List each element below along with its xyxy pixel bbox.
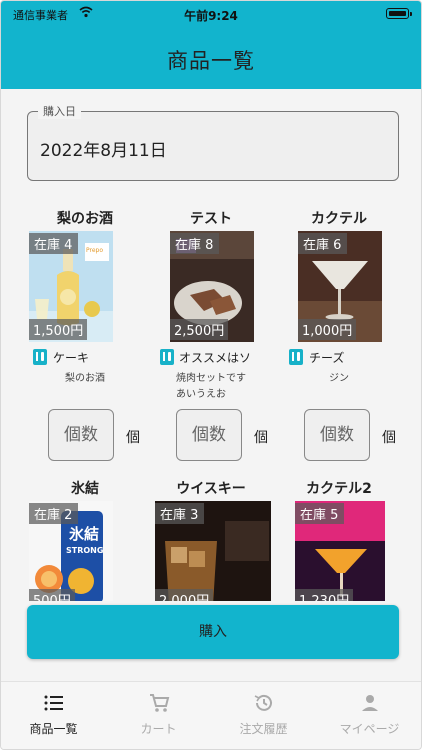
cutlery-icon xyxy=(289,349,303,365)
product-name: テスト xyxy=(190,211,232,227)
product-description: ジン xyxy=(329,373,349,384)
app-screen: 通信事業者 午前9:24 商品一覧 購入日 2022年8月11日 梨のお酒 Pr… xyxy=(0,0,422,750)
list-icon xyxy=(44,695,63,711)
pairing-row: チーズ xyxy=(277,348,401,368)
product-image[interactable]: Prepo 在庫 4 1,500円 xyxy=(29,231,113,342)
price-badge: 2,500円 xyxy=(170,319,229,340)
pairing-text: オススメはソ xyxy=(179,351,252,365)
product-image[interactable]: 在庫 6 1,000円 xyxy=(298,231,382,342)
nav-item-cart[interactable]: カート xyxy=(106,682,211,749)
cart-icon xyxy=(150,694,170,712)
stock-badge: 在庫 5 xyxy=(295,503,345,524)
quantity-input[interactable]: 個数 xyxy=(304,409,370,461)
stock-badge: 在庫 2 xyxy=(29,503,79,524)
purchase-date-value: 2022年8月11日 xyxy=(40,141,167,161)
quantity-unit: 個 xyxy=(126,430,140,446)
page-title: 商品一覧 xyxy=(167,49,255,73)
nav-item-mypage[interactable]: マイページ xyxy=(317,682,421,749)
nav-label: マイページ xyxy=(339,722,400,736)
battery-icon xyxy=(386,8,412,19)
status-bar: 通信事業者 午前9:24 xyxy=(1,1,421,27)
product-name: カクテル xyxy=(311,211,367,227)
price-badge: 1,000円 xyxy=(298,319,357,340)
cutlery-icon xyxy=(160,349,174,365)
product-name: ウイスキー xyxy=(176,481,246,497)
cutlery-icon xyxy=(33,349,47,365)
can-text: 氷結 xyxy=(69,525,100,543)
price-badge: 500円 xyxy=(29,589,75,601)
product-description: 梨のお酒 xyxy=(65,373,105,384)
pairing-row: オススメはソ xyxy=(149,348,273,368)
product-image[interactable]: 在庫 3 2,000円 xyxy=(155,501,271,601)
product-description: 焼肉セットです xyxy=(176,373,246,384)
nav-label: カート xyxy=(140,722,177,736)
pairing-text: チーズ xyxy=(309,351,345,365)
product-description-line2: あいうえお xyxy=(176,389,226,400)
price-badge: 1,230円 xyxy=(295,589,354,601)
buy-button[interactable]: 購入 xyxy=(27,605,399,659)
nav-label: 注文履歴 xyxy=(239,722,288,736)
stock-badge: 在庫 8 xyxy=(170,233,220,254)
product-grid[interactable]: 梨のお酒 Prepo 在庫 4 1,500円 ケーキ 梨のお酒 個数 個 テスト… xyxy=(1,201,421,601)
status-time: 午前9:24 xyxy=(184,9,238,23)
history-icon xyxy=(254,694,272,711)
product-image[interactable]: 氷結 STRONG 在庫 2 500円 xyxy=(29,501,113,601)
quantity-input[interactable]: 個数 xyxy=(176,409,242,461)
product-image[interactable]: 在庫 8 2,500円 xyxy=(170,231,254,342)
can-subtext: STRONG xyxy=(66,546,104,555)
stock-badge: 在庫 3 xyxy=(155,503,205,524)
bottom-nav: 商品一覧 カート 注文履歴 マイページ xyxy=(1,681,421,749)
product-image[interactable]: 在庫 5 1,230円 xyxy=(295,501,385,601)
purchase-date-label: 購入日 xyxy=(38,103,81,119)
pairing-text: ケーキ xyxy=(53,351,90,365)
bottle-tag-text: Prepo xyxy=(86,247,104,254)
stock-badge: 在庫 4 xyxy=(29,233,79,254)
product-name: カクテル2 xyxy=(306,481,372,497)
nav-item-product-list[interactable]: 商品一覧 xyxy=(1,682,106,749)
nav-item-order-history[interactable]: 注文履歴 xyxy=(211,682,316,749)
app-header: 通信事業者 午前9:24 商品一覧 xyxy=(1,1,421,89)
pairing-row: ケーキ xyxy=(23,348,147,368)
price-badge: 2,000円 xyxy=(155,589,214,601)
quantity-input[interactable]: 個数 xyxy=(48,409,114,461)
stock-badge: 在庫 6 xyxy=(298,233,348,254)
nav-label: 商品一覧 xyxy=(29,722,78,736)
purchase-date-field[interactable]: 購入日 2022年8月11日 xyxy=(27,103,399,181)
quantity-unit: 個 xyxy=(382,430,396,446)
person-icon xyxy=(362,695,378,711)
product-name: 梨のお酒 xyxy=(57,211,113,227)
price-badge: 1,500円 xyxy=(29,319,88,340)
product-name: 氷結 xyxy=(71,481,99,497)
quantity-unit: 個 xyxy=(254,430,268,446)
